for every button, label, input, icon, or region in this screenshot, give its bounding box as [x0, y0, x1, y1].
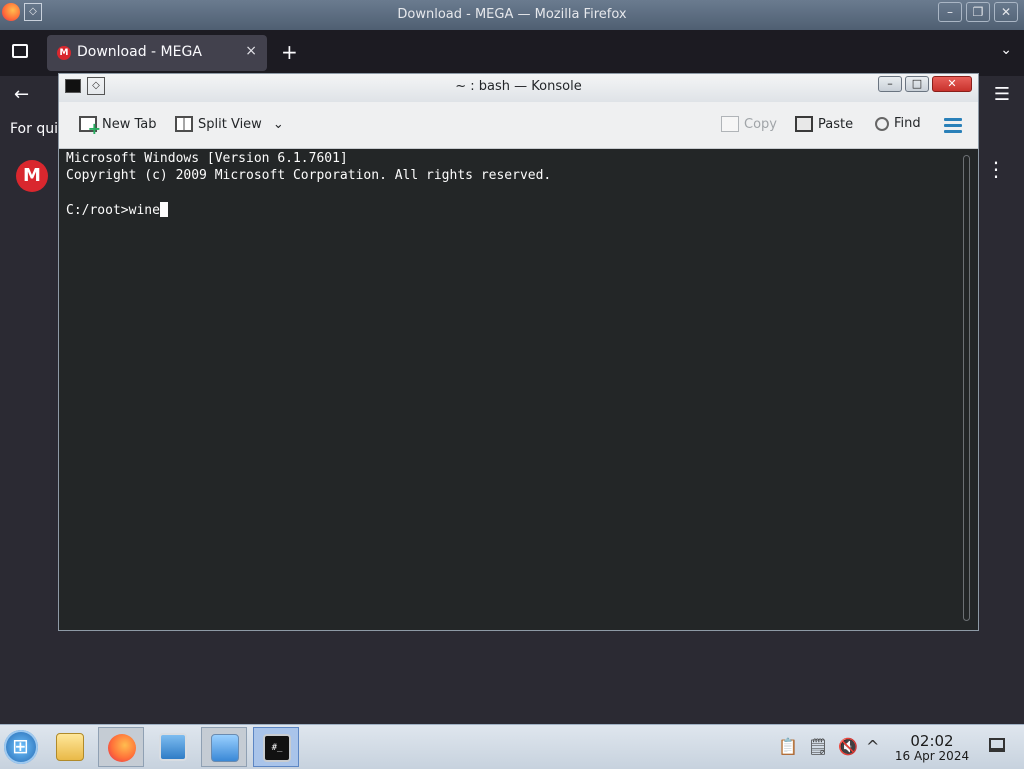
clipboard-icon[interactable]: 📋 [778, 737, 798, 756]
volume-muted-icon[interactable]: 🔇 [838, 737, 858, 756]
library-icon[interactable] [12, 44, 28, 58]
taskbar-system-monitor[interactable] [150, 727, 196, 767]
hamburger-menu-icon[interactable] [944, 118, 962, 136]
konsole-toolbar: New Tab Split View ⌄ Copy Paste Find [59, 102, 978, 149]
split-view-icon [175, 116, 193, 132]
firefox-tabbar: M Download - MEGA × + ⌄ [0, 30, 1024, 76]
back-button[interactable]: ← [14, 84, 29, 105]
find-button[interactable]: Find [875, 116, 921, 131]
text-cursor [159, 202, 168, 217]
tab-list-chevron-icon[interactable]: ⌄ [1000, 42, 1012, 58]
monitor-icon [159, 733, 187, 761]
minimize-button[interactable]: – [938, 2, 962, 22]
firefox-icon [108, 734, 136, 762]
konsole-window-controls: – □ ✕ [878, 76, 972, 92]
chevron-down-icon[interactable]: ⌄ [273, 117, 284, 132]
new-tab-icon [79, 116, 101, 138]
terminal-prompt-line: C:/root>wine [66, 202, 168, 218]
maximize-button[interactable]: □ [905, 76, 929, 92]
firefox-window-controls: – ❐ ✕ [938, 2, 1018, 22]
copy-button[interactable]: Copy [721, 116, 777, 132]
firefox-titlebar: ◇ Download - MEGA — Mozilla Firefox – ❐ … [0, 0, 1024, 30]
folder-icon [56, 733, 84, 761]
show-desktop-icon[interactable] [989, 738, 1005, 752]
tab-close-button[interactable]: × [245, 43, 257, 59]
notes-icon[interactable]: 🗒 [808, 737, 828, 756]
find-label: Find [894, 116, 921, 131]
maximize-button[interactable]: ❐ [966, 2, 990, 22]
taskbar-konsole[interactable]: #_ [253, 727, 299, 767]
tab-label: Download - MEGA [77, 44, 202, 60]
split-view-button[interactable]: Split View ⌄ [175, 116, 284, 132]
kebab-menu-icon[interactable]: ⋮ [986, 159, 1006, 179]
firefox-window-title: Download - MEGA — Mozilla Firefox [397, 7, 627, 22]
paste-label: Paste [818, 116, 854, 132]
tab-download-mega[interactable]: M Download - MEGA × [47, 35, 267, 71]
new-tab-button[interactable]: + [281, 40, 298, 64]
app-menu-button[interactable]: ☰ [994, 84, 1010, 105]
taskbar: #_ 📋 🗒 🔇 ^ 02:02 16 Apr 2024 [0, 724, 1024, 769]
taskbar-installer[interactable] [201, 727, 247, 767]
terminal-line: Microsoft Windows [Version 6.1.7601] [66, 151, 348, 166]
minimize-button[interactable]: – [878, 76, 902, 92]
windows-start-icon[interactable] [4, 730, 38, 764]
mega-favicon-icon: M [57, 46, 71, 60]
quick-find-text: For qui [10, 121, 58, 137]
terminal-line: Copyright (c) 2009 Microsoft Corporation… [66, 168, 552, 183]
taskbar-firefox[interactable] [98, 727, 144, 767]
new-tab-button[interactable]: New Tab [79, 116, 157, 138]
installer-icon [211, 734, 239, 762]
search-icon [875, 116, 889, 131]
close-button[interactable]: ✕ [932, 76, 972, 92]
konsole-titlebar: ◇ ~ : bash — Konsole – □ ✕ [59, 74, 978, 102]
clock-date: 16 Apr 2024 [894, 749, 970, 763]
scrollbar[interactable] [963, 155, 970, 621]
copy-label: Copy [744, 116, 777, 132]
terminal-area[interactable]: Microsoft Windows [Version 6.1.7601] Cop… [59, 149, 978, 630]
new-tab-label: New Tab [102, 116, 157, 132]
split-view-label: Split View [198, 116, 262, 132]
paste-icon [795, 116, 813, 132]
tray-expand-icon[interactable]: ^ [866, 737, 879, 756]
copy-icon [721, 116, 739, 132]
clock-time: 02:02 [910, 732, 954, 750]
konsole-window: ◇ ~ : bash — Konsole – □ ✕ New Tab Split… [58, 73, 979, 631]
paste-button[interactable]: Paste [795, 116, 853, 132]
clock[interactable]: 02:02 16 Apr 2024 [892, 733, 972, 763]
konsole-icon: #_ [263, 734, 291, 762]
taskbar-file-manager[interactable] [47, 727, 93, 767]
mega-logo[interactable]: M [16, 160, 48, 192]
close-button[interactable]: ✕ [994, 2, 1018, 22]
terminal-prompt: C:/root>wine [66, 203, 160, 218]
konsole-window-title: ~ : bash — Konsole [455, 79, 582, 94]
